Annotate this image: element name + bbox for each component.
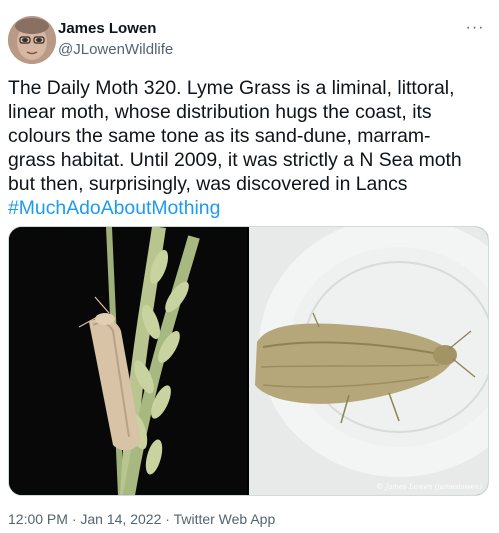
media-grid: © James Lowen (jameslowen) xyxy=(8,226,489,496)
tweet-date[interactable]: Jan 14, 2022 xyxy=(80,511,161,527)
tweet-text: The Daily Moth 320. Lyme Grass is a limi… xyxy=(8,76,494,220)
tweet-meta: 12:00 PM · Jan 14, 2022 · Twitter Web Ap… xyxy=(8,510,275,528)
meta-separator-2: · xyxy=(161,511,174,527)
photo-credit: © James Lowen (jameslowen) xyxy=(376,483,482,491)
tweet-time[interactable]: 12:00 PM xyxy=(8,511,68,527)
tweet-body: The Daily Moth 320. Lyme Grass is a limi… xyxy=(8,77,462,195)
hashtag-link[interactable]: #MuchAdoAboutMothing xyxy=(8,197,220,219)
moth-on-grass-image xyxy=(9,227,247,495)
tweet-source[interactable]: Twitter Web App xyxy=(174,511,276,527)
moth-on-pot-image xyxy=(249,227,488,495)
more-horizontal-icon: ··· xyxy=(465,19,485,36)
avatar-image xyxy=(8,16,56,64)
tweet-card: James Lowen @JLowenWildlife ··· The Dail… xyxy=(0,0,499,533)
author-display-name[interactable]: James Lowen xyxy=(58,20,173,38)
moth-photo-left[interactable] xyxy=(9,227,247,495)
author-handle[interactable]: @JLowenWildlife xyxy=(58,40,173,60)
author-names: James Lowen @JLowenWildlife xyxy=(58,20,173,60)
tweet-header: James Lowen @JLowenWildlife ··· xyxy=(8,16,491,64)
meta-separator: · xyxy=(67,511,81,527)
moth-photo-right[interactable]: © James Lowen (jameslowen) xyxy=(249,227,488,495)
avatar[interactable] xyxy=(8,16,56,64)
more-options-button[interactable]: ··· xyxy=(463,18,487,38)
